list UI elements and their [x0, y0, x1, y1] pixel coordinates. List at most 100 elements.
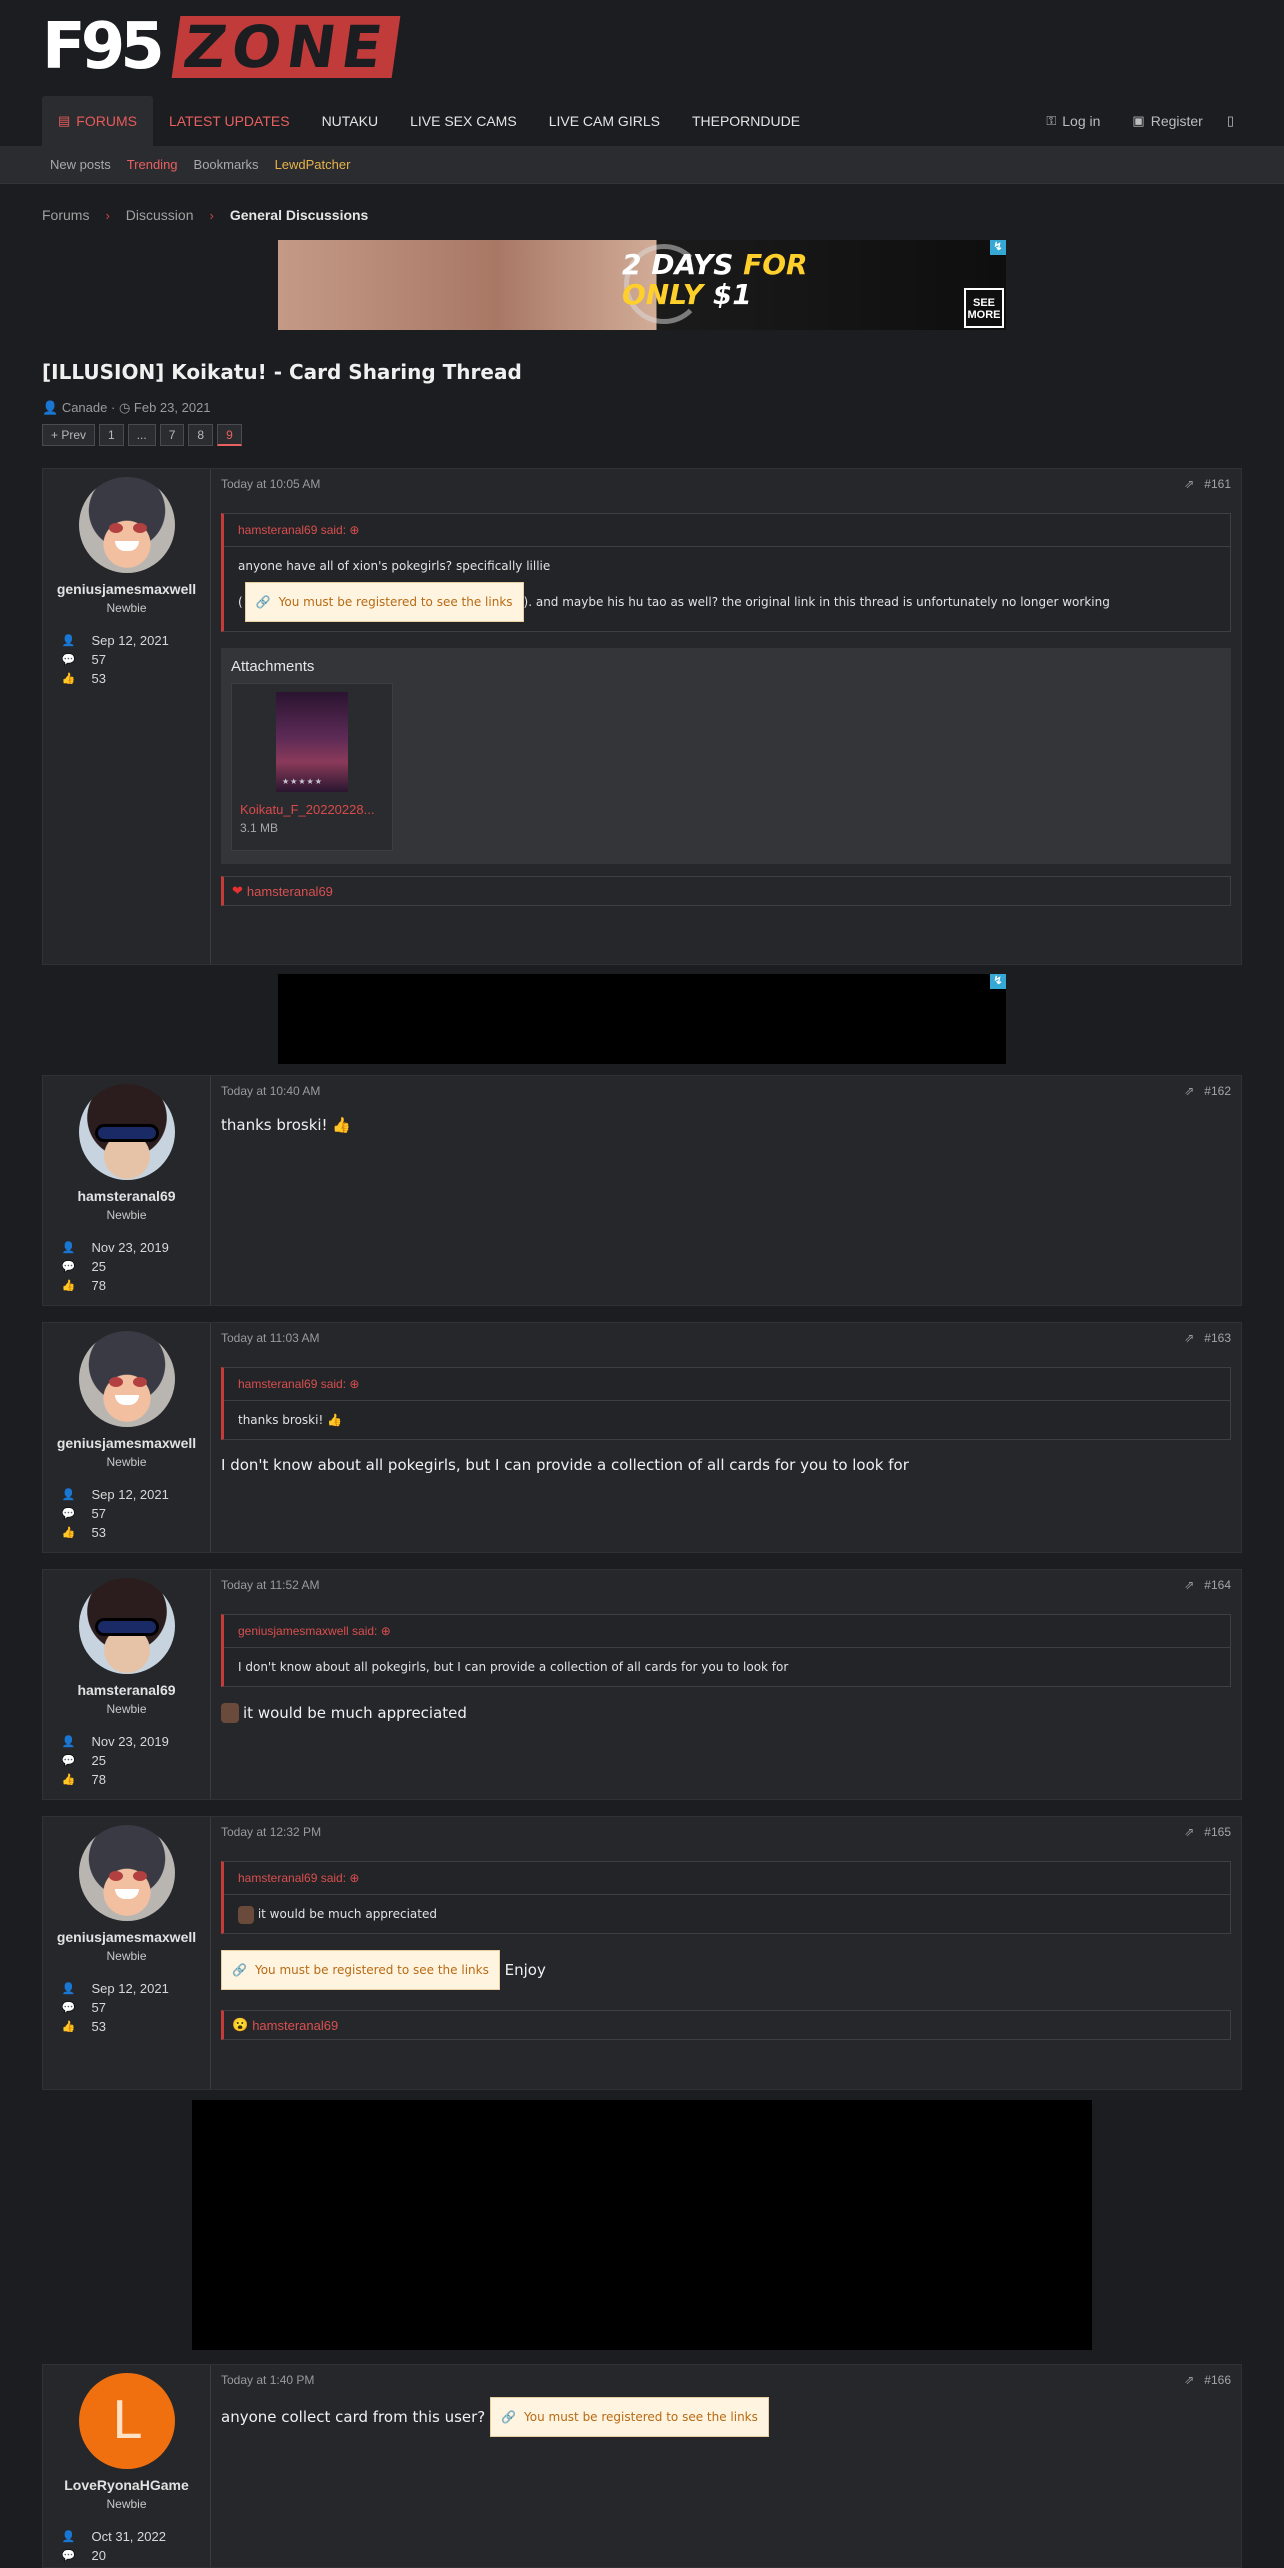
avatar[interactable]: [78, 1825, 175, 1921]
share-icon[interactable]: ⇗: [1184, 1825, 1194, 1839]
login-link[interactable]: ⚿ Log in: [1030, 96, 1116, 146]
thread-date[interactable]: Feb 23, 2021: [134, 400, 211, 415]
register-link[interactable]: ▣ Register: [1116, 96, 1218, 146]
attachment-filename[interactable]: Koikatu_F_20220228...: [240, 802, 384, 817]
arrow-up-icon: ⊕: [349, 523, 360, 537]
reactions-bar[interactable]: 😮 hamsteranal69: [221, 2010, 1231, 2040]
post-number[interactable]: #165: [1204, 1825, 1231, 1839]
banner-line2a: ONLY: [622, 278, 703, 311]
adchoices-icon[interactable]: ↯: [990, 974, 1006, 989]
username[interactable]: geniusjamesmaxwell: [57, 1929, 196, 1945]
messages-stat: 💬 20: [62, 2546, 202, 2565]
page-prev[interactable]: + Prev: [42, 424, 96, 446]
post-time[interactable]: Today at 11:03 AM: [221, 1331, 320, 1347]
ad-banner-top[interactable]: 2 DAYS FOR ONLY $1 SEE MORE ↯: [278, 240, 1006, 330]
bookmarks-link[interactable]: Bookmarks: [194, 157, 259, 172]
post-number[interactable]: #161: [1204, 477, 1231, 491]
new-posts-link[interactable]: New posts: [50, 157, 111, 172]
share-icon[interactable]: ⇗: [1184, 1578, 1194, 1592]
banner-see-more[interactable]: SEE MORE: [964, 288, 1004, 328]
page-1[interactable]: 1: [99, 424, 124, 446]
trending-link[interactable]: Trending: [127, 157, 178, 172]
locked-link[interactable]: 🔗 You must be registered to see the links: [221, 1950, 500, 1990]
thread-author[interactable]: Canade: [62, 400, 108, 415]
breadcrumb-forums[interactable]: Forums: [42, 207, 89, 223]
quote-header[interactable]: hamsteranal69 said: ⊕: [224, 1368, 1230, 1401]
post-number[interactable]: #166: [1204, 2373, 1231, 2387]
breadcrumb-general-discussions[interactable]: General Discussions: [230, 207, 369, 223]
quote-block: hamsteranal69 said: ⊕ anyone have all of…: [221, 513, 1231, 632]
reactions-bar[interactable]: ❤ hamsteranal69: [221, 876, 1231, 906]
attachment-card[interactable]: ★★★★★ Koikatu_F_20220228... 3.1 MB: [231, 683, 393, 851]
locked-link-text: You must be registered to see the links: [278, 595, 513, 609]
post-number[interactable]: #164: [1204, 1578, 1231, 1592]
reaction-user[interactable]: hamsteranal69: [247, 884, 333, 899]
username[interactable]: geniusjamesmaxwell: [57, 1435, 196, 1451]
link-icon: 🔗: [255, 595, 271, 609]
site-logo[interactable]: F95 ZONE: [42, 13, 1242, 81]
username[interactable]: geniusjamesmaxwell: [57, 581, 196, 597]
adchoices-icon[interactable]: ↯: [990, 240, 1006, 255]
locked-link[interactable]: 🔗 You must be registered to see the links: [490, 2397, 769, 2437]
joined-value: Sep 12, 2021: [91, 633, 169, 648]
attachments-title: Attachments: [231, 658, 315, 675]
post-number[interactable]: #162: [1204, 1084, 1231, 1098]
avatar[interactable]: L: [78, 2373, 175, 2469]
avatar[interactable]: [78, 477, 175, 573]
tab-theporndude[interactable]: THEPORNDUDE: [676, 96, 816, 146]
tab-latest-updates[interactable]: Latest Updates: [153, 96, 306, 146]
post-number[interactable]: #163: [1204, 1331, 1231, 1345]
user-title: Newbie: [106, 601, 147, 615]
joined-stat: 👤 Sep 12, 2021: [62, 1485, 202, 1504]
avatar[interactable]: [78, 1578, 175, 1674]
thumbs-up-icon: 👍: [61, 1774, 76, 1786]
post-166: L LoveRyonaHGame Newbie 👤 Oct 31, 2022 💬 2…: [42, 2364, 1242, 2568]
reactions-stat: 👍 78: [62, 1770, 202, 1789]
username[interactable]: hamsteranal69: [77, 1188, 175, 1204]
share-icon[interactable]: ⇗: [1184, 477, 1194, 491]
share-icon[interactable]: ⇗: [1184, 2373, 1194, 2387]
quote-header[interactable]: hamsteranal69 said: ⊕: [224, 514, 1230, 547]
post-body: Today at 10:05 AM ⇗ #161 hamsteranal69 sa…: [211, 469, 1241, 964]
locked-link[interactable]: 🔗 You must be registered to see the links: [244, 582, 524, 622]
main-navbar: ▤ Forums Latest Updates NUTAKU LIVE SEX …: [42, 96, 1242, 146]
tab-live-sex-cams[interactable]: LIVE SEX CAMS: [394, 96, 533, 146]
joined-value: Oct 31, 2022: [91, 2529, 166, 2544]
user-stats: 👤 Sep 12, 2021 💬 57 👍 53: [52, 631, 202, 688]
tab-forums[interactable]: ▤ Forums: [42, 96, 153, 146]
comments-icon: 💬: [61, 1508, 76, 1520]
post-time[interactable]: Today at 1:40 PM: [221, 2373, 314, 2389]
share-icon[interactable]: ⇗: [1184, 1084, 1194, 1098]
ad-video-block[interactable]: [192, 2100, 1092, 2350]
banner-line2b: $1: [712, 278, 752, 311]
lewdpatcher-link[interactable]: LewdPatcher: [275, 157, 351, 172]
post-time[interactable]: Today at 12:32 PM: [221, 1825, 321, 1841]
quote-header[interactable]: geniusjamesmaxwell said: ⊕: [224, 1615, 1230, 1648]
arrow-up-icon: ⊕: [380, 1624, 391, 1638]
post-time[interactable]: Today at 11:52 AM: [221, 1578, 320, 1594]
quote-author: geniusjamesmaxwell said:: [238, 1624, 378, 1638]
post-text: thanks broski!: [221, 1116, 328, 1134]
page-8[interactable]: 8: [188, 424, 214, 446]
reaction-user[interactable]: hamsteranal69: [252, 2018, 338, 2033]
post-time[interactable]: Today at 10:05 AM: [221, 477, 320, 493]
share-icon[interactable]: ⇗: [1184, 1331, 1194, 1345]
username[interactable]: hamsteranal69: [77, 1682, 175, 1698]
breadcrumb-discussion[interactable]: Discussion: [126, 207, 194, 223]
page-9[interactable]: 9: [217, 424, 242, 446]
attachment-thumbnail[interactable]: ★★★★★: [276, 692, 348, 792]
reactions-stat: 👍 78: [62, 1276, 202, 1295]
page-ellipsis[interactable]: ...: [127, 424, 156, 446]
search-button[interactable]: ▯: [1219, 96, 1242, 146]
avatar[interactable]: [78, 1084, 175, 1180]
comments-icon: 💬: [61, 1755, 76, 1767]
tab-nutaku[interactable]: NUTAKU: [306, 96, 395, 146]
quote-header[interactable]: hamsteranal69 said: ⊕: [224, 1862, 1230, 1895]
page-7[interactable]: 7: [159, 424, 185, 446]
post-time[interactable]: Today at 10:40 AM: [221, 1084, 320, 1100]
username[interactable]: LoveRyonaHGame: [64, 2477, 188, 2493]
tab-live-cam-girls[interactable]: LIVE CAM GIRLS: [533, 96, 676, 146]
ad-banner-middle[interactable]: ↯: [278, 974, 1006, 1064]
avatar[interactable]: [78, 1331, 175, 1427]
post-user-panel: hamsteranal69 Newbie 👤 Nov 23, 2019 💬 25 👍…: [43, 1076, 211, 1305]
